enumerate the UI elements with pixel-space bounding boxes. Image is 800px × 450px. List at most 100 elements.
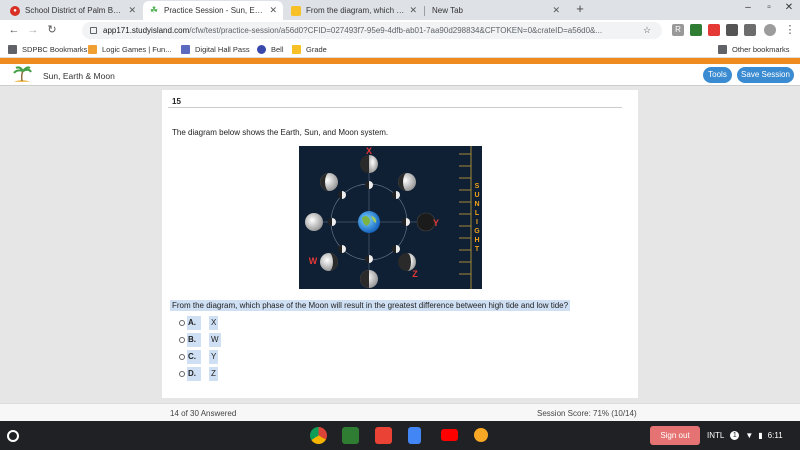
extension-dark-icon[interactable] [726, 24, 738, 36]
tab-new-tab[interactable]: New Tab ✕ [426, 1, 566, 20]
status-tray[interactable]: INTL 1 ▼ ▮ 6:11 [707, 426, 795, 445]
lock-icon [90, 27, 97, 34]
radio-button[interactable] [179, 354, 185, 360]
close-tab-icon[interactable]: ✕ [552, 5, 560, 16]
tab-practice-session[interactable]: ☘ Practice Session - Sun, Earth & M ✕ [143, 1, 283, 20]
keep-bulb-icon[interactable] [474, 428, 488, 442]
school-district-favicon-icon: ● [10, 5, 20, 16]
bookmark-sdpbc[interactable]: SDPBC Bookmarks [8, 43, 87, 56]
extension-green-icon[interactable] [690, 24, 702, 36]
sunlight-letter: U [474, 192, 479, 199]
answer-choice-d[interactable]: D. Z [179, 367, 218, 381]
os-shelf: Sign out INTL 1 ▼ ▮ 6:11 [0, 421, 800, 450]
bookmark-bell[interactable]: Bell [257, 43, 284, 56]
sunlight-letter: H [474, 237, 479, 244]
tools-button[interactable]: Tools [703, 67, 732, 83]
wifi-icon: ▼ [745, 431, 754, 440]
choice-letter: C. [187, 350, 201, 364]
new-tab-button[interactable]: + [573, 2, 587, 16]
forward-icon[interactable]: → [26, 23, 40, 37]
label-z: Z [412, 269, 418, 279]
google-doc-favicon-icon [291, 5, 301, 16]
bookmark-logic-games[interactable]: Logic Games | Fun... [88, 43, 171, 56]
radio-button[interactable] [179, 371, 185, 377]
choice-text[interactable]: W [209, 333, 221, 347]
tab-school-district[interactable]: ● School District of Palm Beach C ✕ [4, 1, 142, 20]
bookmark-label: Other bookmarks [732, 45, 790, 54]
answer-choice-a[interactable]: A. X [179, 316, 219, 330]
close-window-icon[interactable]: ✕ [782, 2, 796, 13]
google-docs-icon[interactable] [408, 427, 421, 444]
bookmark-label: Grade [306, 45, 327, 54]
close-tab-icon[interactable]: ✕ [409, 5, 417, 16]
radio-button[interactable] [179, 320, 185, 326]
moon-w-full [305, 213, 323, 231]
chrome-icon[interactable] [310, 427, 327, 444]
question-text: From the diagram, which phase of the Moo… [170, 300, 571, 311]
tab-title: Practice Session - Sun, Earth & M [164, 6, 265, 15]
tab-title: School District of Palm Beach C [25, 6, 124, 15]
bookmark-grade[interactable]: Grade [292, 43, 327, 56]
session-status-bar: 14 of 30 Answered Session Score: 71% (10… [0, 403, 800, 421]
launcher-icon[interactable] [7, 430, 19, 442]
profile-avatar-icon[interactable] [764, 24, 776, 36]
choice-letter: B. [187, 333, 201, 347]
close-tab-icon[interactable]: ✕ [128, 5, 136, 16]
extension-r-icon[interactable]: R [672, 24, 684, 36]
app-header: Sun, Earth & Moon Tools Save Session [0, 64, 800, 86]
notification-count: 1 [730, 431, 740, 440]
star-icon[interactable]: ☆ [640, 23, 654, 37]
app-title: Sun, Earth & Moon [43, 71, 115, 81]
choice-text[interactable]: Y [209, 350, 219, 364]
reload-icon[interactable]: ↻ [45, 23, 59, 37]
study-island-logo-icon [13, 66, 32, 82]
gmail-icon[interactable] [375, 427, 392, 444]
question-number: 15 [172, 97, 181, 106]
bookmark-digital-hall-pass[interactable]: Digital Hall Pass [181, 43, 250, 56]
tab-title: From the diagram, which phase [306, 6, 406, 15]
choice-letter: D. [187, 367, 201, 381]
clock: 6:11 [767, 431, 783, 440]
youtube-icon[interactable] [441, 429, 458, 441]
study-island-favicon-icon: ☘ [149, 5, 159, 16]
bell-icon [257, 45, 266, 54]
sign-out-button[interactable]: Sign out [650, 426, 700, 445]
choice-letter: A. [187, 316, 201, 330]
label-y: Y [433, 218, 439, 228]
choice-text[interactable]: Z [209, 367, 218, 381]
answer-choice-b[interactable]: B. W [179, 333, 221, 347]
bookmarks-bar: SDPBC Bookmarks Logic Games | Fun... Dig… [0, 41, 800, 58]
radio-button[interactable] [179, 337, 185, 343]
answer-choice-c[interactable]: C. Y [179, 350, 219, 364]
tab-separator [424, 6, 425, 16]
address-bar[interactable]: app171.studyisland.com/cfw/test/practice… [82, 22, 662, 39]
extension-red-icon[interactable] [708, 24, 720, 36]
google-classroom-icon[interactable] [342, 427, 359, 444]
question-prompt: The diagram below shows the Earth, Sun, … [172, 128, 389, 137]
maximize-icon[interactable]: ▫ [762, 2, 776, 13]
bookmark-label: Digital Hall Pass [195, 45, 250, 54]
browser-toolbar: ← → ↻ app171.studyisland.com/cfw/test/pr… [0, 20, 800, 41]
battery-icon: ▮ [758, 431, 763, 440]
minimize-icon[interactable]: – [741, 2, 755, 13]
menu-kebab-icon[interactable]: ⋮ [783, 23, 797, 37]
extensions-puzzle-icon[interactable] [744, 24, 756, 36]
bookmark-label: Bell [271, 45, 284, 54]
folder-icon [8, 45, 17, 54]
tab-from-the-diagram[interactable]: From the diagram, which phase ✕ [285, 1, 423, 20]
session-score: Session Score: 71% (10/14) [537, 409, 637, 418]
sunlight-letter: I [476, 219, 478, 226]
close-tab-icon[interactable]: ✕ [269, 5, 277, 16]
save-session-button[interactable]: Save Session [737, 67, 794, 83]
sunlight-letter: L [475, 210, 480, 217]
answered-count: 14 of 30 Answered [170, 409, 237, 418]
sunlight-letter: N [474, 201, 479, 208]
question-number-row: 15 [168, 94, 622, 108]
back-icon[interactable]: ← [7, 23, 21, 37]
choice-text[interactable]: X [209, 316, 219, 330]
logic-games-icon [88, 45, 97, 54]
label-w: W [309, 256, 318, 266]
bookmark-other[interactable]: Other bookmarks [718, 43, 790, 56]
sunlight-letter: G [474, 228, 480, 235]
bookmark-label: SDPBC Bookmarks [22, 45, 88, 54]
